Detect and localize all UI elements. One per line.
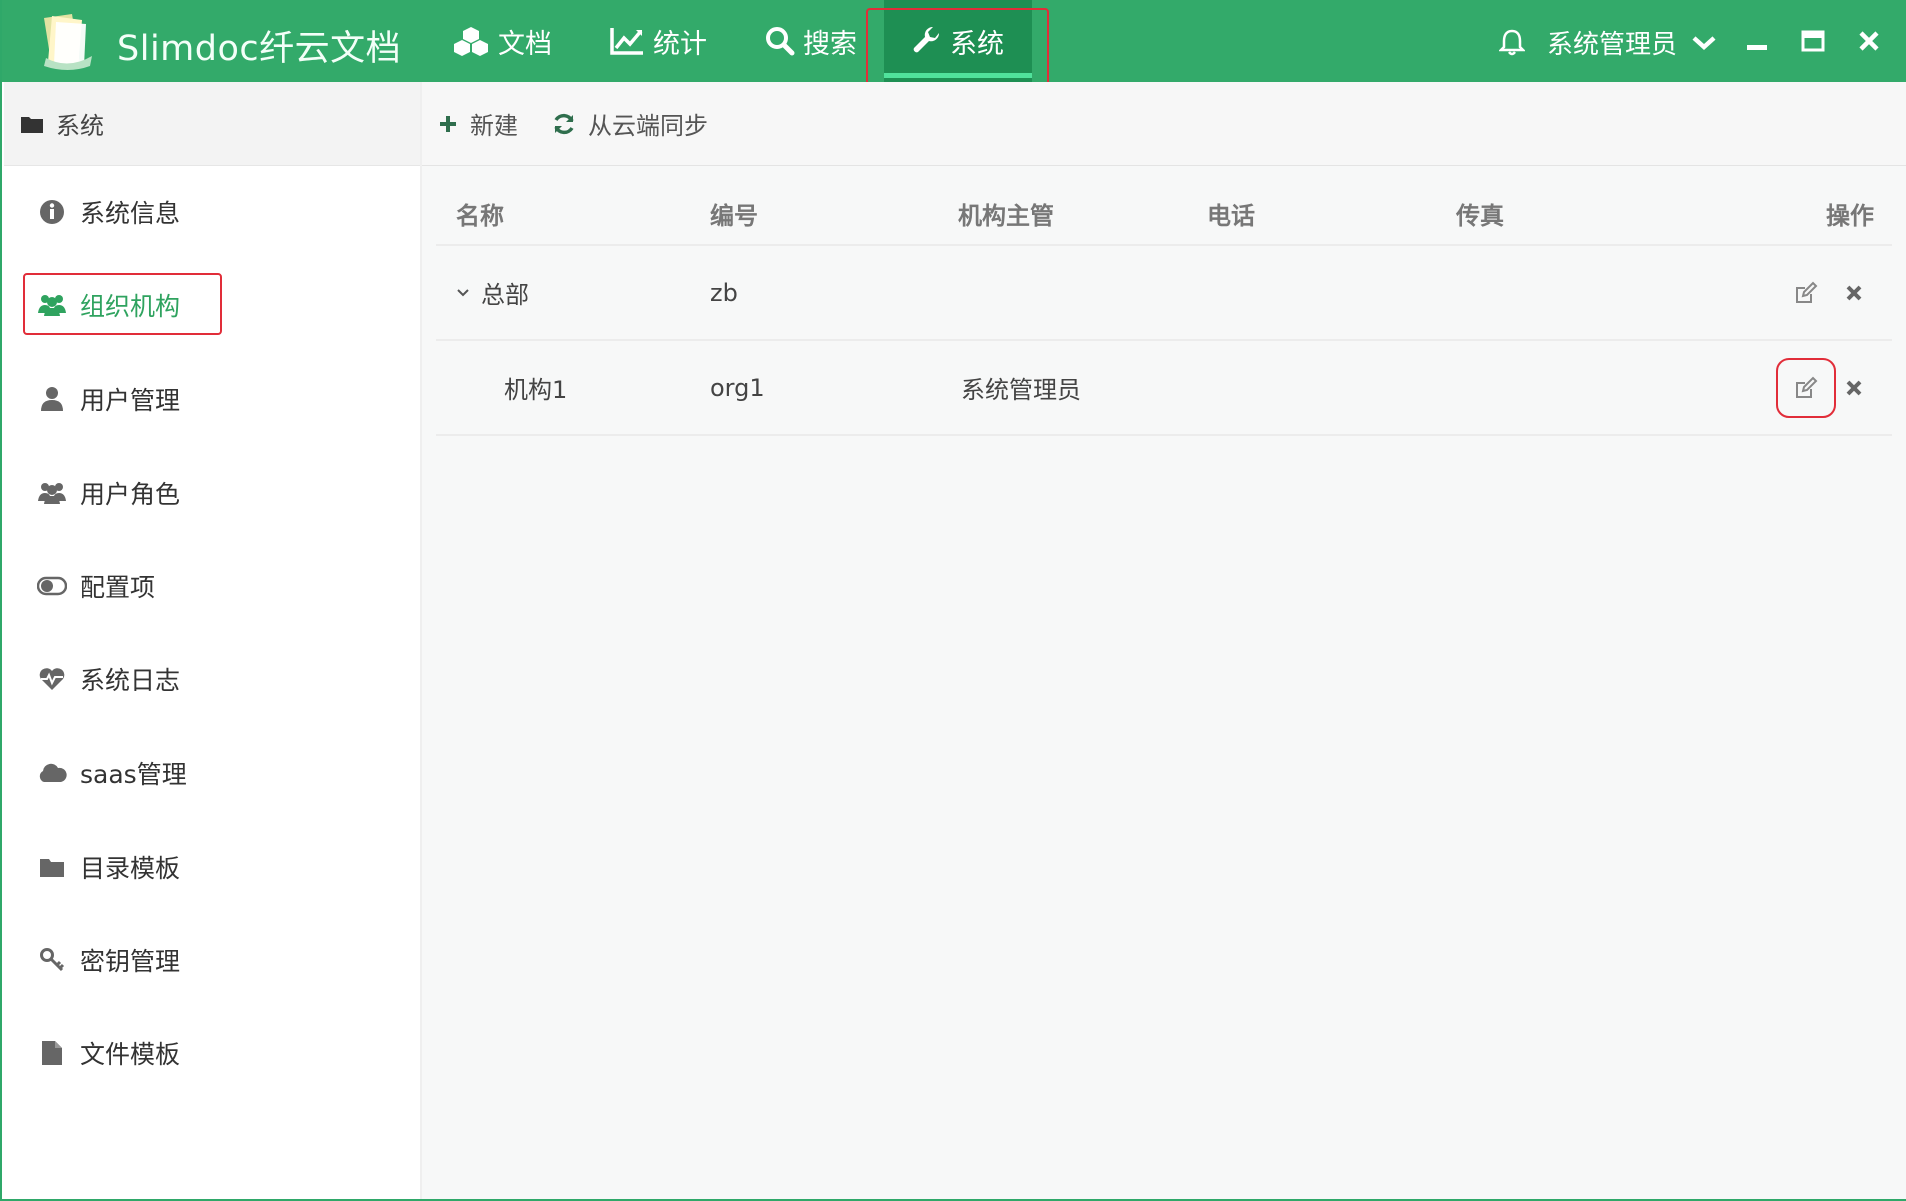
close-icon xyxy=(1846,285,1862,300)
users-icon xyxy=(38,483,66,504)
org-name: 机构1 xyxy=(504,376,568,404)
tab-documents[interactable]: 文档 xyxy=(452,0,552,82)
table-row[interactable]: 总部 zb xyxy=(436,246,1892,341)
sidebar-item-label: 系统信息 xyxy=(80,199,181,228)
close-icon xyxy=(1846,380,1862,395)
bell-icon[interactable] xyxy=(1499,28,1525,56)
delete-button[interactable] xyxy=(1834,368,1874,408)
key-icon xyxy=(40,948,65,972)
sync-button[interactable]: 从云端同步 xyxy=(552,106,708,141)
tab-search-label: 搜索 xyxy=(803,28,857,60)
maximize-button[interactable] xyxy=(1798,26,1828,56)
content-area: 名称 编号 机构主管 电话 传真 操作 总部 zb 机构1 org1 系统管理员 xyxy=(422,166,1906,1199)
new-button[interactable]: 新建 xyxy=(438,106,518,141)
sidebar-item-label: 系统日志 xyxy=(80,666,181,695)
app-logo xyxy=(44,14,92,70)
delete-button[interactable] xyxy=(1834,273,1874,313)
sidebar-item-label: 密钥管理 xyxy=(80,947,181,976)
table-row[interactable]: 机构1 org1 系统管理员 xyxy=(436,341,1892,436)
close-button[interactable] xyxy=(1854,26,1884,56)
sidebar-item-system-info[interactable]: 系统信息 xyxy=(4,182,420,242)
column-fax[interactable]: 传真 xyxy=(1456,196,1504,231)
title-bar: Slimdoc纤云文档 文档 统计 搜索 系统 系统管理员 xyxy=(2,0,1906,82)
sidebar: 系统 系统信息 组织机构 用户管理 用户角色 配置项 系统日志 saas管理 目… xyxy=(4,82,422,1199)
row-actions xyxy=(1786,273,1874,313)
sidebar-item-system-log[interactable]: 系统日志 xyxy=(4,649,420,709)
sidebar-item-directory-template[interactable]: 目录模板 xyxy=(4,837,420,897)
maximize-icon xyxy=(1801,30,1825,52)
minimize-icon xyxy=(1747,45,1767,50)
sidebar-item-label: 组织机构 xyxy=(80,292,181,321)
app-window: Slimdoc纤云文档 文档 统计 搜索 系统 系统管理员 系统 系统信息 组织… xyxy=(0,0,1906,1201)
cloud-icon xyxy=(39,763,67,782)
new-button-label: 新建 xyxy=(470,112,518,140)
file-icon xyxy=(42,1041,62,1065)
edit-button[interactable] xyxy=(1776,357,1836,418)
chevron-down-icon xyxy=(1692,35,1716,50)
tab-statistics-label: 统计 xyxy=(653,28,707,60)
folder-icon xyxy=(40,859,64,877)
app-title: Slimdoc纤云文档 xyxy=(117,29,402,69)
sidebar-item-label: 用户管理 xyxy=(80,386,181,415)
edit-icon xyxy=(1796,281,1818,303)
close-icon xyxy=(1859,31,1879,51)
tab-system-label: 系统 xyxy=(950,28,1004,60)
user-name: 系统管理员 xyxy=(1547,30,1678,60)
sidebar-header: 系统 xyxy=(4,82,420,166)
wrench-icon xyxy=(913,26,940,53)
edit-icon xyxy=(1796,376,1818,398)
tab-search[interactable]: 搜索 xyxy=(765,0,857,82)
column-name[interactable]: 名称 xyxy=(456,196,504,231)
chevron-down-icon[interactable] xyxy=(456,286,470,300)
organization-table: 名称 编号 机构主管 电话 传真 操作 总部 zb 机构1 org1 系统管理员 xyxy=(436,182,1892,436)
minimize-button[interactable] xyxy=(1742,26,1772,56)
org-name: 总部 xyxy=(481,281,529,309)
sidebar-item-config[interactable]: 配置项 xyxy=(4,556,420,616)
sidebar-item-file-template[interactable]: 文件模板 xyxy=(4,1023,420,1083)
tab-statistics[interactable]: 统计 xyxy=(609,0,707,82)
sidebar-item-saas[interactable]: saas管理 xyxy=(4,743,420,803)
org-code: org1 xyxy=(710,373,765,402)
users-icon xyxy=(38,295,66,316)
column-manager[interactable]: 机构主管 xyxy=(958,196,1054,231)
sidebar-item-label: 配置项 xyxy=(80,573,156,602)
user-menu[interactable]: 系统管理员 xyxy=(1547,24,1717,61)
line-chart-icon xyxy=(610,28,643,55)
sidebar-header-label: 系统 xyxy=(56,112,104,140)
info-circle-icon xyxy=(40,200,64,224)
refresh-icon xyxy=(554,113,574,134)
table-header: 名称 编号 机构主管 电话 传真 操作 xyxy=(436,182,1892,246)
org-manager: 系统管理员 xyxy=(961,376,1081,404)
row-actions xyxy=(1776,357,1874,418)
edit-button[interactable] xyxy=(1786,273,1826,313)
column-code[interactable]: 编号 xyxy=(710,196,758,231)
column-phone[interactable]: 电话 xyxy=(1207,196,1255,231)
sidebar-item-label: saas管理 xyxy=(80,760,187,789)
tab-documents-label: 文档 xyxy=(498,28,552,60)
toolbar: 新建 从云端同步 xyxy=(422,82,1906,166)
heartbeat-icon xyxy=(39,668,65,690)
search-icon xyxy=(766,27,795,56)
sidebar-item-label: 用户角色 xyxy=(80,480,181,509)
tab-system[interactable]: 系统 xyxy=(884,0,1032,82)
column-actions: 操作 xyxy=(1826,201,1874,230)
toggle-icon xyxy=(37,576,67,596)
sidebar-item-user-roles[interactable]: 用户角色 xyxy=(4,463,420,523)
sync-button-label: 从云端同步 xyxy=(588,112,708,140)
sidebar-item-label: 文件模板 xyxy=(80,1040,181,1069)
org-code: zb xyxy=(710,278,738,307)
cubes-icon xyxy=(454,27,488,56)
plus-icon xyxy=(440,115,456,132)
sidebar-item-user-management[interactable]: 用户管理 xyxy=(4,369,420,429)
sidebar-item-organization[interactable]: 组织机构 xyxy=(4,275,420,335)
sidebar-item-key-management[interactable]: 密钥管理 xyxy=(4,930,420,990)
sidebar-item-label: 目录模板 xyxy=(80,854,181,883)
user-icon xyxy=(41,387,63,411)
folder-icon xyxy=(21,116,43,133)
